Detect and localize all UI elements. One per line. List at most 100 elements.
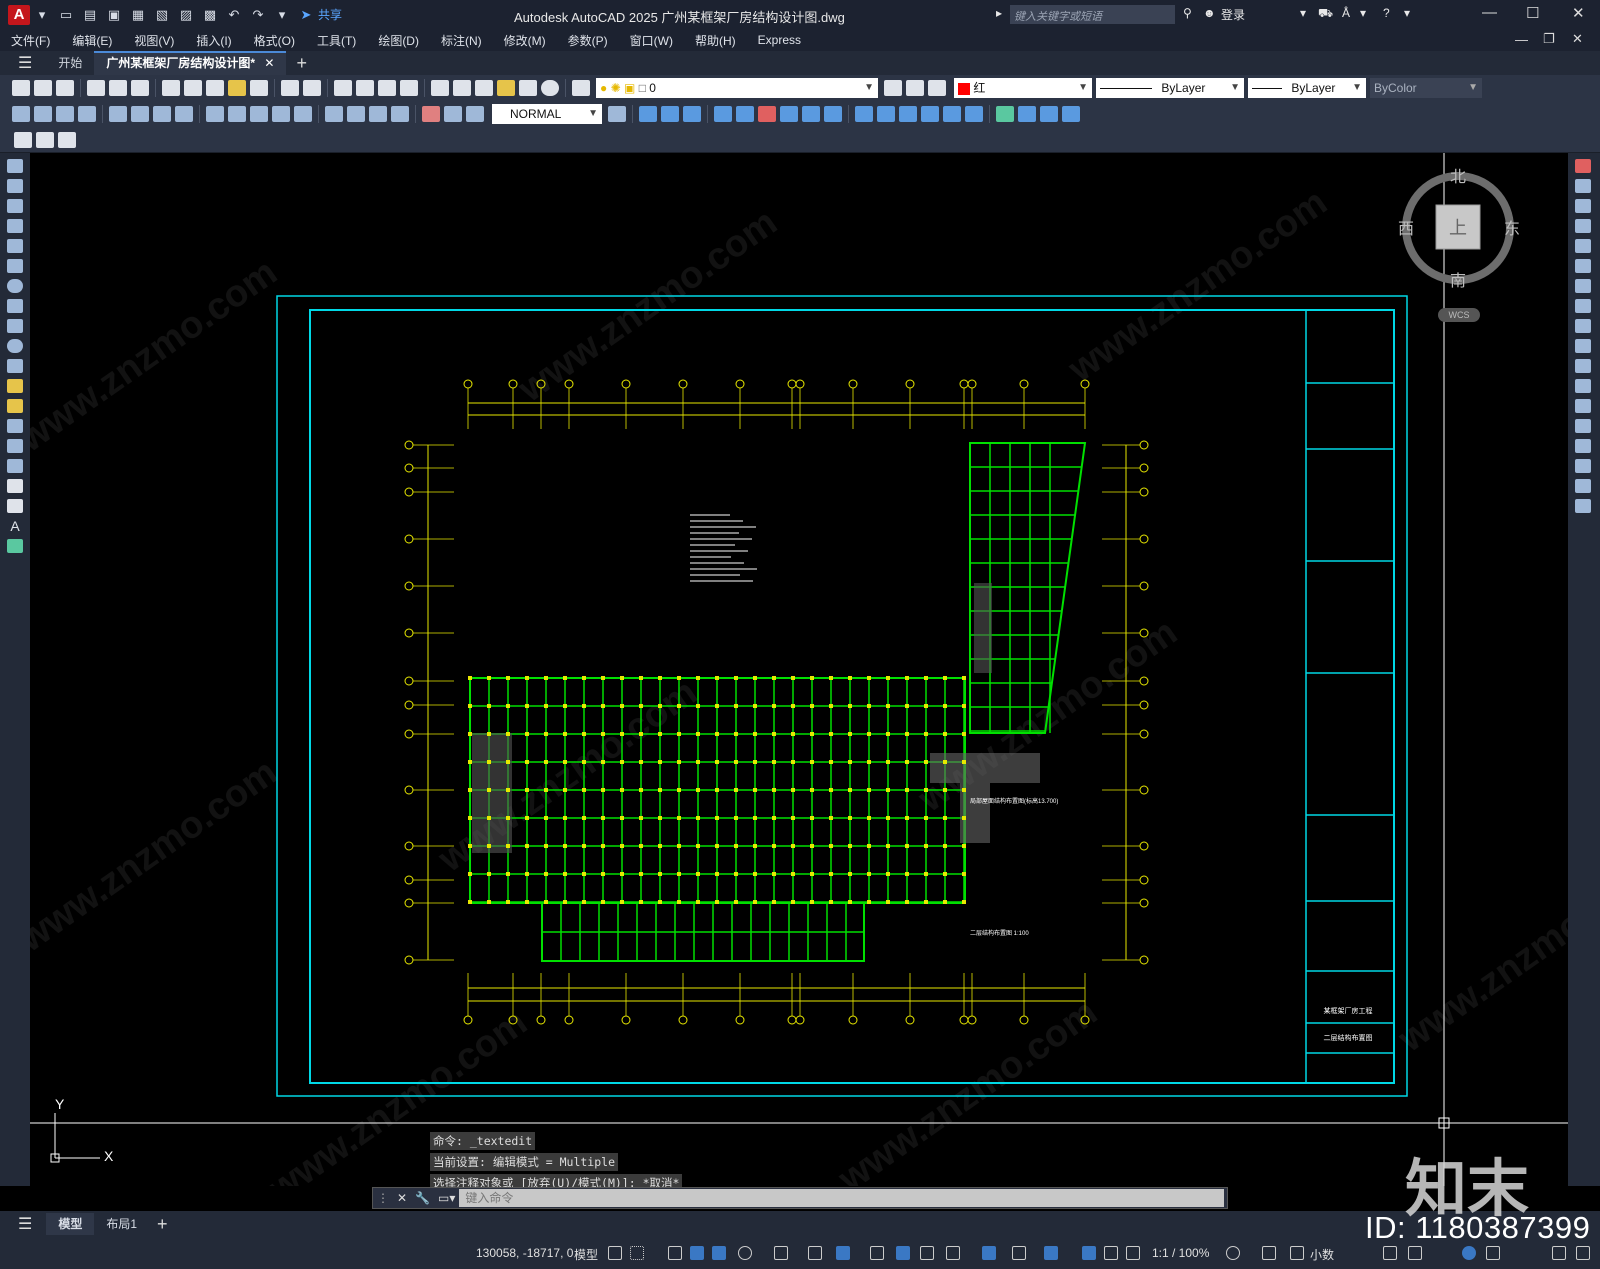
dim-ordinate-icon[interactable] bbox=[78, 106, 96, 122]
layer-properties-icon[interactable] bbox=[572, 80, 590, 96]
menu-insert[interactable]: 插入(I) bbox=[185, 32, 242, 49]
dimstyle-dropdown[interactable]: NORMAL ▼ bbox=[492, 104, 602, 124]
menu-dimension[interactable]: 标注(N) bbox=[430, 32, 493, 49]
annotation-visibility-icon[interactable] bbox=[1082, 1246, 1096, 1260]
construction-line-icon[interactable] bbox=[7, 179, 23, 193]
doc-minimize-icon[interactable]: — bbox=[1515, 32, 1528, 47]
app-menu-chevron-icon[interactable]: ▾ bbox=[34, 7, 50, 22]
add-layout-plus-icon[interactable]: + bbox=[157, 1214, 168, 1235]
undo-toolbar-icon[interactable] bbox=[281, 80, 299, 96]
snap-icon[interactable] bbox=[630, 1246, 644, 1260]
jogged-linear-icon[interactable] bbox=[391, 106, 409, 122]
array-icon[interactable] bbox=[736, 106, 754, 122]
explode-side-icon[interactable] bbox=[1575, 499, 1591, 513]
dim-angular-icon[interactable] bbox=[175, 106, 193, 122]
insert-block-icon[interactable] bbox=[7, 379, 23, 393]
hamburger-menu-icon[interactable]: ☰ bbox=[18, 53, 32, 73]
layer-dropdown[interactable]: ● ✺ ▣ □ 0 ▼ bbox=[596, 78, 878, 98]
doc-restore-icon[interactable]: ❐ bbox=[1543, 31, 1555, 47]
tab-start[interactable]: 开始 bbox=[46, 51, 94, 75]
menu-parametric[interactable]: 参数(P) bbox=[557, 32, 619, 49]
join-side-icon[interactable] bbox=[1575, 419, 1591, 433]
make-current-layer-icon[interactable] bbox=[884, 80, 902, 96]
fillet-icon[interactable] bbox=[965, 106, 983, 122]
auto-scale-icon[interactable] bbox=[1104, 1246, 1118, 1260]
move-icon[interactable] bbox=[758, 106, 776, 122]
ortho-icon[interactable] bbox=[712, 1246, 726, 1260]
redo-toolbar-icon[interactable] bbox=[303, 80, 321, 96]
block-editor-icon[interactable] bbox=[250, 80, 268, 96]
redo-icon[interactable]: ↷ bbox=[250, 7, 266, 22]
offset-icon[interactable] bbox=[714, 106, 732, 122]
dim-text-edit-icon[interactable] bbox=[444, 106, 462, 122]
move-side-icon[interactable] bbox=[1575, 259, 1591, 273]
layer-state-icon[interactable] bbox=[928, 80, 946, 96]
command-input[interactable]: 键入命令 bbox=[459, 1189, 1224, 1207]
layer-previous-icon[interactable] bbox=[906, 80, 924, 96]
selection-cycling-icon[interactable] bbox=[920, 1246, 934, 1260]
preview-icon[interactable] bbox=[109, 80, 127, 96]
spline-icon[interactable] bbox=[7, 319, 23, 333]
menu-window[interactable]: 窗口(W) bbox=[619, 32, 684, 49]
chamfer-side-icon[interactable] bbox=[1575, 439, 1591, 453]
break-side-icon[interactable] bbox=[1575, 399, 1591, 413]
new-tab-plus-icon[interactable]: + bbox=[296, 53, 307, 74]
model-space-canvas[interactable]: www.znzmo.com www.znzmo.com www.znzmo.co… bbox=[30, 153, 1568, 1186]
menu-file[interactable]: 文件(F) bbox=[0, 32, 61, 49]
center-mark-icon[interactable] bbox=[347, 106, 365, 122]
menu-tools[interactable]: 工具(T) bbox=[306, 32, 367, 49]
match-properties-icon[interactable] bbox=[228, 80, 246, 96]
hatch-icon[interactable] bbox=[7, 439, 23, 453]
join-icon[interactable] bbox=[921, 106, 939, 122]
command-customize-icon[interactable]: 🔧 bbox=[415, 1191, 430, 1205]
doc-close-icon[interactable]: ✕ bbox=[1572, 31, 1583, 47]
lineweight-dropdown[interactable]: ByLayer ▼ bbox=[1248, 78, 1366, 98]
object-snap-tracking-icon[interactable] bbox=[808, 1246, 822, 1260]
erase-icon[interactable] bbox=[639, 106, 657, 122]
pan-icon[interactable] bbox=[334, 80, 352, 96]
viewcube-west-label[interactable]: 西 bbox=[1398, 221, 1414, 238]
rotate-icon[interactable] bbox=[780, 106, 798, 122]
dim-radius-icon[interactable] bbox=[109, 106, 127, 122]
annotation-scale-value[interactable]: 1:1 / 100% bbox=[1152, 1246, 1209, 1260]
dim-linear-icon[interactable] bbox=[12, 106, 30, 122]
undo-icon[interactable]: ↶ bbox=[226, 7, 242, 22]
login-button[interactable]: 登录 bbox=[1221, 6, 1245, 23]
units-value[interactable]: 小数 bbox=[1310, 1246, 1334, 1263]
splinedit-icon[interactable] bbox=[1040, 106, 1058, 122]
gizmo-icon[interactable] bbox=[1044, 1246, 1058, 1260]
login-chevron-icon[interactable]: ▾ bbox=[1300, 6, 1306, 20]
search-input[interactable]: 键入关键字或短语 bbox=[1010, 5, 1175, 24]
linetype-dropdown[interactable]: ByLayer ▼ bbox=[1096, 78, 1244, 98]
arc-icon[interactable] bbox=[7, 259, 23, 273]
chamfer-icon[interactable] bbox=[943, 106, 961, 122]
units-icon[interactable] bbox=[1290, 1246, 1304, 1260]
design-center-icon[interactable] bbox=[453, 80, 471, 96]
properties-icon[interactable] bbox=[431, 80, 449, 96]
array-side-icon[interactable] bbox=[1575, 239, 1591, 253]
share-button[interactable]: 共享 bbox=[318, 6, 342, 23]
object-snap-icon[interactable] bbox=[836, 1246, 850, 1260]
tab-layout1[interactable]: 布局1 bbox=[94, 1213, 149, 1235]
make-block-icon[interactable] bbox=[7, 399, 23, 413]
copy-icon[interactable] bbox=[184, 80, 202, 96]
mirror-icon[interactable] bbox=[683, 106, 701, 122]
help-toolbar-icon[interactable] bbox=[541, 80, 559, 96]
dim-diameter-icon[interactable] bbox=[153, 106, 171, 122]
gradient-icon[interactable] bbox=[7, 459, 23, 473]
menu-help[interactable]: 帮助(H) bbox=[684, 32, 747, 49]
scale-icon[interactable] bbox=[802, 106, 820, 122]
copy-side-icon[interactable] bbox=[1575, 179, 1591, 193]
a360-chevron-icon[interactable]: ▾ bbox=[1360, 6, 1366, 20]
lineweight-icon[interactable] bbox=[870, 1246, 884, 1260]
extend-side-icon[interactable] bbox=[1575, 359, 1591, 373]
menu-view[interactable]: 视图(V) bbox=[123, 32, 185, 49]
autodesk-a360-icon[interactable]: Å bbox=[1342, 6, 1350, 20]
drawing-view[interactable]: www.znzmo.com www.znzmo.com www.znzmo.co… bbox=[30, 153, 1568, 1186]
open-icon[interactable]: ▤ bbox=[82, 7, 98, 22]
isometric-icon[interactable] bbox=[774, 1246, 788, 1260]
menu-format[interactable]: 格式(O) bbox=[243, 32, 306, 49]
model-space-button[interactable]: 模型 bbox=[574, 1246, 598, 1263]
tolerance-icon[interactable] bbox=[325, 106, 343, 122]
save-icon[interactable]: ▣ bbox=[106, 7, 122, 22]
